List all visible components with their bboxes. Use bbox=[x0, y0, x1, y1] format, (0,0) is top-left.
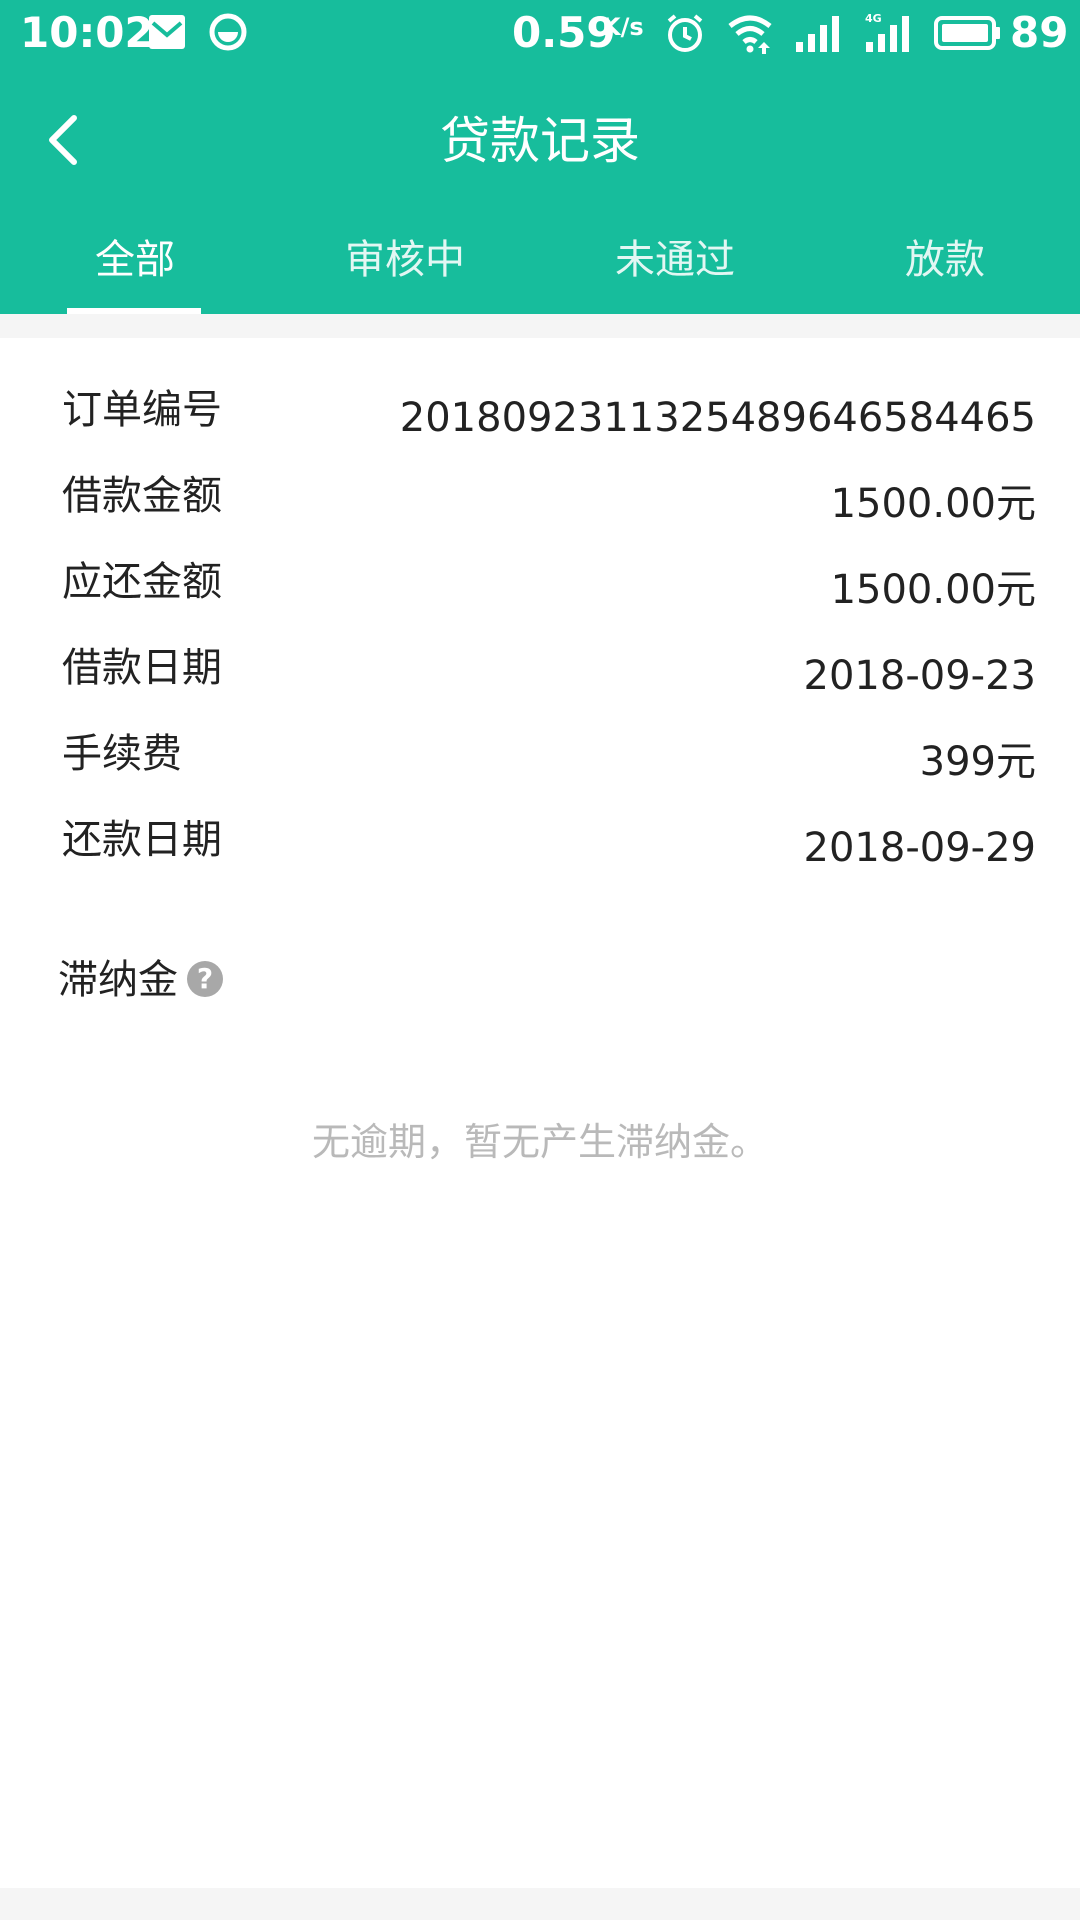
detail-row-loan-date: 借款日期 2018-09-23 bbox=[0, 638, 1080, 699]
detail-label: 借款日期 bbox=[62, 645, 222, 691]
detail-row-order-number: 订单编号 2018092311325489646584465 bbox=[0, 380, 1080, 441]
detail-label: 还款日期 bbox=[62, 817, 222, 863]
wifi-icon bbox=[728, 15, 772, 54]
loan-records-screen: 10:02 0.59 K/s 4G 89 贷款记录 全部 审核中 未通过 放款 … bbox=[0, 0, 1080, 1920]
page-title: 贷款记录 bbox=[440, 112, 640, 170]
status-time: 10:02 bbox=[20, 8, 154, 57]
detail-row-amount-due: 应还金额 1500.00元 bbox=[0, 552, 1080, 613]
4g-signal-icon: 4G bbox=[865, 12, 909, 52]
detail-row-repayment-date: 还款日期 2018-09-29 bbox=[0, 810, 1080, 871]
tab-under-review[interactable]: 审核中 bbox=[270, 230, 540, 314]
detail-value: 2018-09-23 bbox=[803, 653, 1036, 699]
divider bbox=[0, 314, 1080, 338]
svg-text:4G: 4G bbox=[865, 12, 882, 25]
late-fee-empty-note: 无逾期，暂无产生滞纳金。 bbox=[311, 1120, 768, 1164]
detail-row-loan-amount: 借款金额 1500.00元 bbox=[0, 466, 1080, 527]
alarm-icon bbox=[667, 14, 703, 52]
status-bar: 10:02 0.59 K/s 4G 89 bbox=[0, 0, 1080, 66]
battery-level: 89 bbox=[1010, 8, 1069, 57]
question-circle-icon[interactable]: ? bbox=[187, 961, 223, 997]
detail-value: 2018-09-29 bbox=[803, 825, 1036, 871]
app-notification-icon bbox=[209, 13, 247, 51]
tab-bar: 全部 审核中 未通过 放款 bbox=[0, 230, 1080, 314]
detail-label: 手续费 bbox=[62, 731, 182, 777]
tab-rejected[interactable]: 未通过 bbox=[540, 230, 810, 314]
late-fee-label: 滞纳金 bbox=[58, 957, 178, 1003]
bottom-divider bbox=[0, 1888, 1080, 1920]
mail-icon bbox=[149, 15, 185, 49]
signal-icon bbox=[796, 16, 839, 52]
header: 10:02 0.59 K/s 4G 89 贷款记录 全部 审核中 未通过 放款 bbox=[0, 0, 1080, 314]
battery-icon bbox=[934, 16, 1000, 50]
network-speed: 0.59 bbox=[512, 8, 616, 57]
detail-value: 1500.00元 bbox=[830, 567, 1036, 613]
detail-value: 399元 bbox=[919, 739, 1036, 785]
detail-label: 借款金额 bbox=[62, 473, 222, 519]
detail-value: 2018092311325489646584465 bbox=[399, 395, 1036, 441]
network-speed-unit: K/s bbox=[602, 13, 644, 41]
detail-label: 应还金额 bbox=[62, 559, 222, 605]
tab-all[interactable]: 全部 bbox=[0, 230, 270, 314]
tab-disbursed[interactable]: 放款 bbox=[810, 230, 1080, 314]
detail-value: 1500.00元 bbox=[830, 481, 1036, 527]
detail-row-service-fee: 手续费 399元 bbox=[0, 724, 1080, 785]
detail-label: 订单编号 bbox=[62, 387, 222, 433]
